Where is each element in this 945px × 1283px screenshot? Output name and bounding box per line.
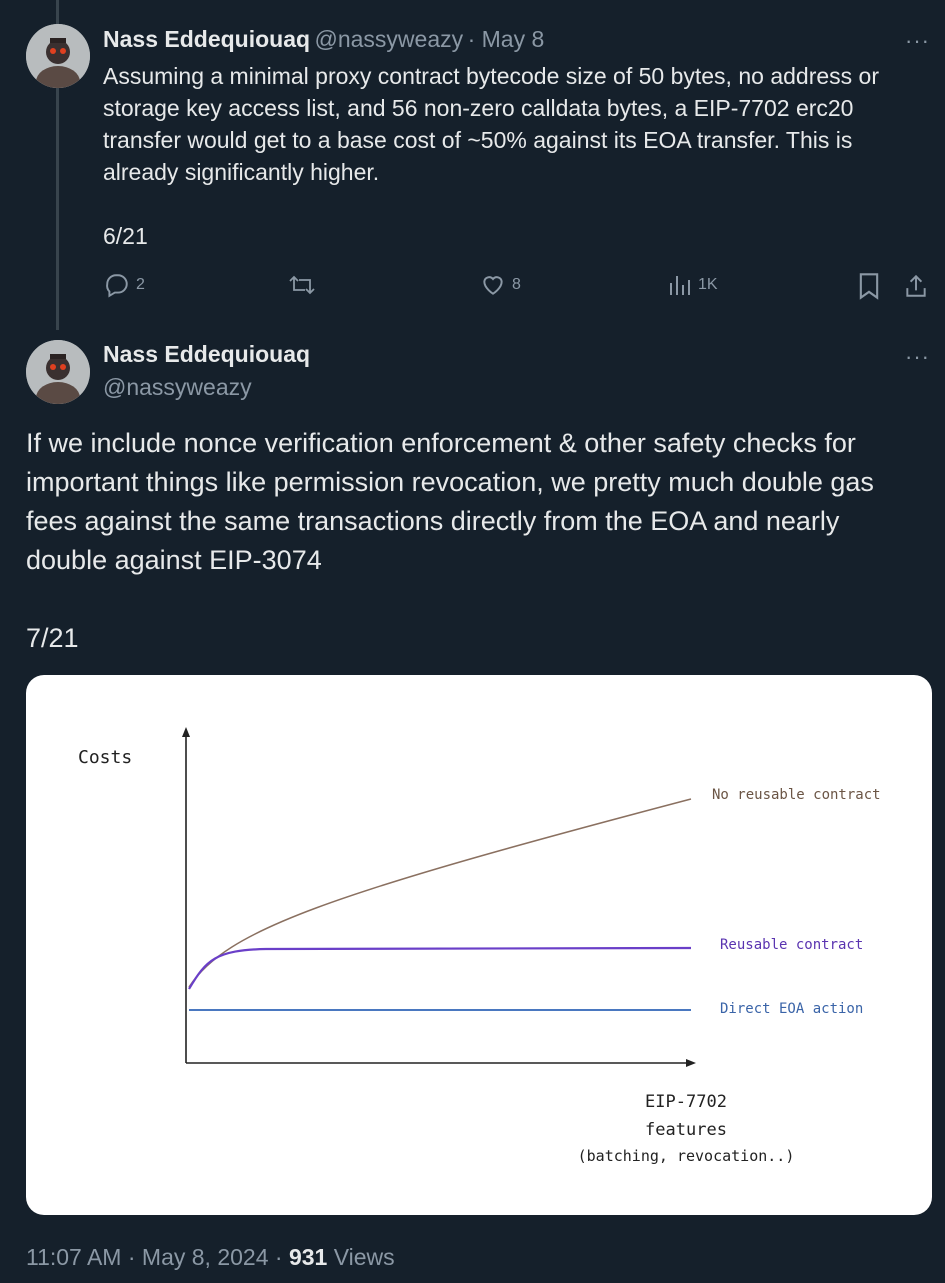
avatar-image [26,24,90,88]
chart-svg: Costs No reusable contract Reusable cont… [78,727,881,1165]
like-button[interactable]: 8 [480,272,521,298]
analytics-icon [670,276,690,295]
x-axis-arrow [686,1059,696,1067]
y-axis-label: Costs [78,747,132,768]
reply-count: 2 [136,276,145,293]
share-icon [906,274,926,297]
x-axis-label-line-3: (batching, revocation..) [578,1147,795,1165]
author-name[interactable]: Nass Eddequiouaq [103,341,310,368]
view-count: 1K [698,276,718,293]
tweet-body: Assuming a minimal proxy contract byteco… [103,63,879,185]
y-axis-arrow [182,727,190,737]
views-button[interactable]: 1K [668,272,718,298]
x-axis-label-line-2: features [645,1120,727,1140]
x-axis-label-line-1: EIP-7702 [645,1092,727,1112]
avatar-image [26,340,90,404]
heart-icon [483,276,503,295]
series-line-reusable [188,946,692,990]
tweet-date[interactable]: · May 8 [468,26,545,52]
thread-counter: 7/21 [26,623,79,653]
tweet-body: If we include nonce verification enforce… [26,428,874,575]
thread-counter: 6/21 [103,223,148,249]
tweet-text: Assuming a minimal proxy contract byteco… [103,60,923,252]
author-handle[interactable]: @nassyweazy [103,374,252,401]
series-label-reusable: Reusable contract [720,937,863,953]
share-button[interactable] [903,272,929,300]
series-label-direct-eoa: Direct EOA action [720,1001,863,1017]
tweet-timestamp: 11:07 AM · May 8, 2024 · 931 Views [26,1244,395,1271]
more-options-icon[interactable]: ··· [905,344,930,370]
avatar[interactable] [26,24,90,88]
reply-button[interactable]: 2 [104,272,145,298]
retweet-button[interactable] [288,272,316,298]
more-options-icon[interactable]: ··· [905,28,930,54]
tweet-header: Nass Eddequiouaq @nassyweazy · May 8 [103,26,544,53]
author-name[interactable]: Nass Eddequiouaq [103,26,310,52]
bookmark-button[interactable] [857,272,881,300]
series-label-no-reusable: No reusable contract [712,787,881,803]
timestamp-text[interactable]: 11:07 AM · May 8, 2024 · [26,1244,289,1270]
avatar[interactable] [26,340,90,404]
series-line-no-reusable [188,798,692,988]
author-handle[interactable]: @nassyweazy [315,26,464,52]
chart-image[interactable]: Costs No reusable contract Reusable cont… [26,675,932,1215]
views-label: Views [327,1244,395,1270]
retweet-icon [289,275,315,295]
reply-icon [106,274,128,298]
tweet-text: If we include nonce verification enforce… [26,424,926,658]
views-count: 931 [288,1244,328,1270]
bookmark-icon [859,273,879,300]
like-count: 8 [512,276,521,293]
